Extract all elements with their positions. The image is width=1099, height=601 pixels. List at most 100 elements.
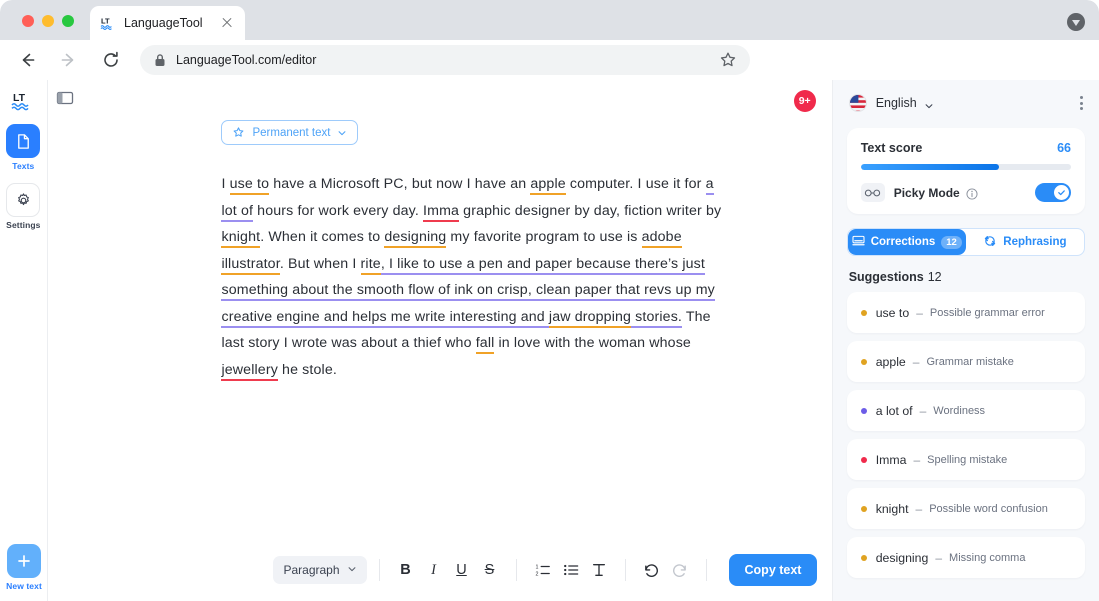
info-icon[interactable] <box>966 187 978 200</box>
suggestion-item[interactable]: knight – Possible word confusion <box>846 488 1085 529</box>
paragraph-style-label: Paragraph <box>283 563 340 577</box>
tab-rephrasing[interactable]: Rephrasing <box>966 229 1084 255</box>
star-icon[interactable] <box>718 50 738 70</box>
text-score-progress <box>860 164 1071 170</box>
browser-tabstrip: LT LanguageTool <box>0 0 1099 40</box>
sidebar-item-label: Settings <box>6 220 41 230</box>
text-run: . When it comes to <box>260 229 385 245</box>
strikethrough-button[interactable]: S <box>476 556 504 584</box>
suggestion-category: Missing comma <box>949 551 1026 564</box>
svg-text:LT: LT <box>13 92 26 104</box>
browser-tab[interactable]: LT LanguageTool <box>90 6 245 40</box>
suggestion-dash: – <box>912 354 920 369</box>
star-outline-icon <box>232 126 245 139</box>
suggestion-word: apple <box>875 354 906 369</box>
suggestion-severity-dot <box>860 554 867 561</box>
close-window-button[interactable] <box>22 15 34 27</box>
text-run: I <box>221 176 230 192</box>
text-issue-orange[interactable]: rite <box>360 255 381 275</box>
suggestions-header-count: 12 <box>927 270 942 284</box>
sidebar-panel-icon[interactable] <box>55 88 77 110</box>
suggestion-item[interactable]: a lot of – Wordiness <box>846 390 1085 431</box>
suggestion-severity-dot <box>860 505 867 512</box>
back-arrow-icon[interactable] <box>12 45 42 75</box>
suggestion-severity-dot <box>860 309 867 316</box>
reload-icon[interactable] <box>96 45 126 75</box>
suggestion-item[interactable]: designing – Missing comma <box>846 537 1085 578</box>
permanent-text-chip[interactable]: Permanent text <box>221 120 359 145</box>
text-issue-orange[interactable]: knight <box>221 229 261 248</box>
text-issue-red[interactable]: jewellery <box>221 361 278 381</box>
suggestion-category: Possible word confusion <box>929 502 1048 515</box>
minimize-window-button[interactable] <box>42 15 54 27</box>
browser-toolbar: LanguageTool.com/editor <box>0 40 1099 80</box>
lt-logo-icon: LT <box>100 15 116 31</box>
toolbar-divider <box>378 559 380 581</box>
text-score-progress-fill <box>860 164 1000 170</box>
italic-button[interactable]: I <box>420 556 448 584</box>
svg-text:2: 2 <box>535 571 538 577</box>
document-text[interactable]: I use to have a Microsoft PC, but now I … <box>221 171 721 383</box>
ordered-list-icon[interactable]: 1 2 <box>529 556 557 584</box>
browser-tab-title: LanguageTool <box>124 16 203 30</box>
tab-rephrasing-label: Rephrasing <box>1003 236 1067 248</box>
right-sidebar: English Text score 66 Picky Mode Correct… <box>831 80 1099 601</box>
undo-icon[interactable] <box>638 556 666 584</box>
maximize-window-button[interactable] <box>62 15 74 27</box>
text-run: my favorite program to use is <box>446 229 642 245</box>
suggestion-item[interactable]: apple – Grammar mistake <box>846 341 1085 382</box>
editor-area: 9+ Permanent text I use to have a Micros… <box>83 80 832 601</box>
chevron-down-circle-icon[interactable] <box>1067 13 1085 31</box>
gear-icon <box>6 183 41 217</box>
chevron-down-icon[interactable] <box>924 98 934 109</box>
text-run: have a Microsoft PC, but now I have an <box>269 176 531 192</box>
paragraph-style-select[interactable]: Paragraph <box>273 556 367 584</box>
text-score-card: Text score 66 Picky Mode <box>846 128 1085 214</box>
clear-formatting-icon[interactable] <box>585 556 613 584</box>
text-issue-orange[interactable]: fall <box>475 335 495 354</box>
sidebar-item-texts[interactable]: Texts <box>1 124 45 171</box>
suggestion-item[interactable]: use to – Possible grammar error <box>846 292 1085 333</box>
text-run: computer. I use it for <box>565 176 706 192</box>
notification-badge[interactable]: 9+ <box>793 90 816 112</box>
text-issue-orange[interactable]: use to <box>229 176 270 195</box>
picky-mode-toggle[interactable] <box>1034 183 1071 202</box>
redo-icon <box>666 556 694 584</box>
bullet-list-icon[interactable] <box>557 556 585 584</box>
close-icon[interactable] <box>219 15 235 31</box>
new-text-label: New text <box>6 581 42 591</box>
window-traffic-lights <box>22 15 74 27</box>
text-issue-purple[interactable]: stories. <box>631 308 683 328</box>
lt-logo-icon[interactable]: LT <box>10 90 36 112</box>
text-issue-orange[interactable]: designing <box>384 229 447 248</box>
text-issue-orange[interactable]: apple <box>530 176 566 195</box>
text-issue-red[interactable]: Imma <box>423 202 460 222</box>
sidebar-item-settings[interactable]: Settings <box>1 183 45 230</box>
suggestion-severity-dot <box>860 358 867 365</box>
language-label[interactable]: English <box>876 96 917 110</box>
suggestion-word: use to <box>875 305 910 320</box>
kebab-menu-icon[interactable] <box>1079 96 1083 110</box>
text-run: graphic designer by day, fiction writer … <box>459 202 722 219</box>
picky-mode-row: Picky Mode <box>860 183 1071 202</box>
lock-icon <box>154 53 166 67</box>
copy-text-button[interactable]: Copy text <box>728 554 818 586</box>
chevron-down-glyph <box>1072 19 1080 26</box>
suggestion-item[interactable]: Imma – Spelling mistake <box>846 439 1085 480</box>
check-icon <box>1053 185 1069 200</box>
sidebar-tabs: Corrections 12 Rephrasing <box>846 228 1085 256</box>
text-score-value: 66 <box>1057 141 1071 155</box>
text-issue-orange[interactable]: jaw dropping <box>548 308 632 328</box>
suggestion-dash: – <box>919 403 927 418</box>
text-run: in love with the woman whose <box>494 335 691 351</box>
underline-button[interactable]: U <box>448 556 476 584</box>
new-text-button[interactable]: New text <box>6 544 42 591</box>
tab-corrections[interactable]: Corrections 12 <box>847 229 966 255</box>
left-rail: LT Texts Settings New text <box>0 80 48 601</box>
document-paragraph: I use to have a Microsoft PC, but now I … <box>221 171 721 383</box>
address-bar[interactable]: LanguageTool.com/editor <box>140 45 750 75</box>
tab-corrections-count: 12 <box>941 235 962 249</box>
text-score-label: Text score <box>860 141 923 155</box>
bold-button[interactable]: B <box>392 556 420 584</box>
suggestions-header: Suggestions 12 <box>849 270 1099 284</box>
